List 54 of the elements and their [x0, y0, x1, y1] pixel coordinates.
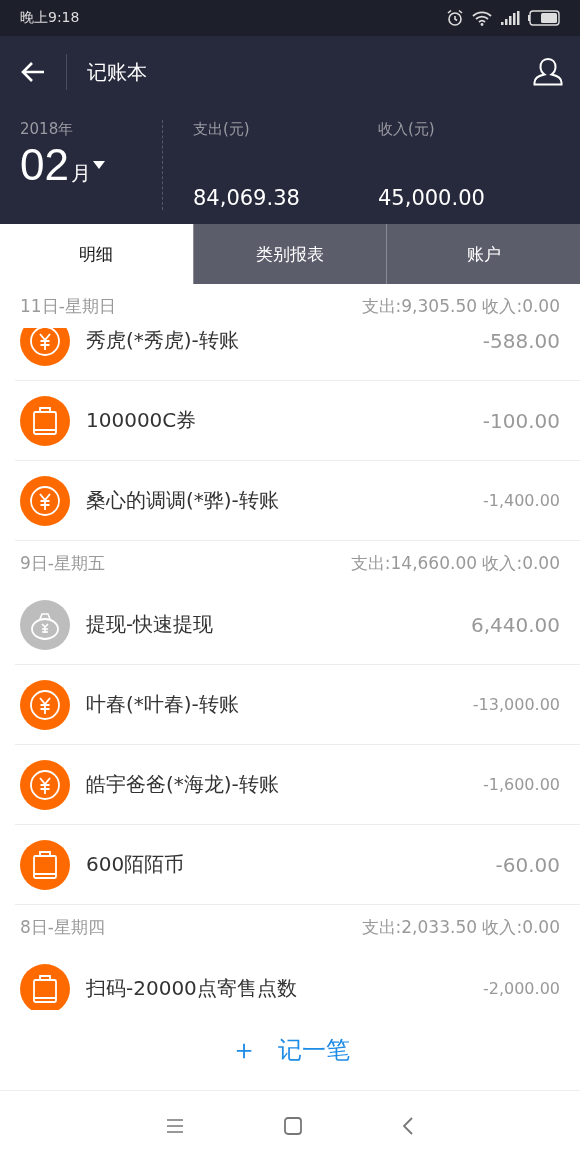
transaction-row[interactable]: 100000C券 -100.00 — [15, 381, 580, 461]
alarm-icon — [446, 9, 464, 27]
expense-total: 84,069.38 — [193, 186, 301, 210]
caret-icon — [92, 160, 105, 170]
money-bag-icon — [20, 599, 70, 650]
expense-label: 支出(元) — [193, 120, 251, 139]
transaction-amount: -1,600.00 — [482, 775, 560, 794]
add-entry-button[interactable]: ＋ 记一笔 — [224, 1030, 356, 1070]
transaction-title: 100000C券 — [86, 407, 198, 434]
transaction-title: 秀虎(*秀虎)-转账 — [86, 328, 240, 354]
shopping-bag-icon — [20, 963, 70, 1010]
menu-icon[interactable] — [166, 1117, 184, 1134]
transaction-amount: -60.00 — [495, 852, 560, 877]
day-label: 8日-星期四 — [20, 915, 105, 939]
yuan-coin-icon — [20, 475, 70, 526]
transaction-title: 桑心的调调(*骅)-转账 — [86, 487, 280, 514]
transaction-row[interactable]: 皓宇爸爸(*海龙)-转账 -1,600.00 — [15, 745, 580, 825]
toolbar-title: 记账本 — [66, 54, 532, 90]
battery-icon — [528, 10, 560, 26]
tab[interactable]: 明细 — [0, 224, 193, 284]
signal-icon — [500, 11, 520, 25]
transaction-title: 扫码-20000点寄售点数 — [86, 975, 298, 1002]
transaction-amount: -2,000.00 — [482, 979, 560, 998]
back-icon[interactable] — [402, 1116, 414, 1135]
yuan-coin-icon — [20, 759, 70, 810]
profile-button[interactable] — [532, 56, 564, 88]
transaction-title: 600陌陌币 — [86, 851, 186, 878]
shopping-bag-icon — [20, 839, 70, 890]
transaction-row[interactable]: 秀虎(*秀虎)-转账 -588.00 — [15, 328, 580, 381]
transaction-amount: -1,400.00 — [482, 491, 560, 510]
month-picker[interactable]: 02 月 — [20, 143, 162, 187]
transaction-title: 提现-快速提现 — [86, 611, 215, 638]
transaction-title: 皓宇爸爸(*海龙)-转账 — [86, 771, 280, 798]
income-label: 收入(元) — [378, 120, 436, 139]
transaction-amount: -100.00 — [482, 408, 560, 433]
transaction-row[interactable]: 扫码-20000点寄售点数 -2,000.00 — [15, 949, 580, 1010]
status-time: 晚上9:18 — [20, 9, 80, 27]
transaction-amount: -13,000.00 — [472, 695, 560, 714]
day-totals: 支出:14,660.00 收入:0.00 — [350, 551, 560, 575]
transaction-title: 叶春(*叶春)-转账 — [86, 691, 240, 718]
income-total: 45,000.00 — [378, 186, 486, 210]
year-label: 2018年 — [20, 120, 75, 139]
transaction-row[interactable]: 提现-快速提现 6,440.00 — [15, 585, 580, 665]
day-totals: 支出:9,305.50 收入:0.00 — [361, 294, 560, 318]
yuan-coin-icon — [20, 679, 70, 730]
shopping-bag-icon — [20, 395, 70, 446]
wifi-icon — [472, 10, 492, 26]
day-totals: 支出:2,033.50 收入:0.00 — [361, 915, 560, 939]
transaction-row[interactable]: 叶春(*叶春)-转账 -13,000.00 — [15, 665, 580, 745]
home-icon[interactable] — [284, 1116, 302, 1135]
day-label: 11日-星期日 — [20, 294, 116, 318]
day-label: 9日-星期五 — [20, 551, 105, 575]
transaction-amount: 6,440.00 — [470, 612, 560, 637]
transaction-amount: -588.00 — [482, 328, 560, 353]
